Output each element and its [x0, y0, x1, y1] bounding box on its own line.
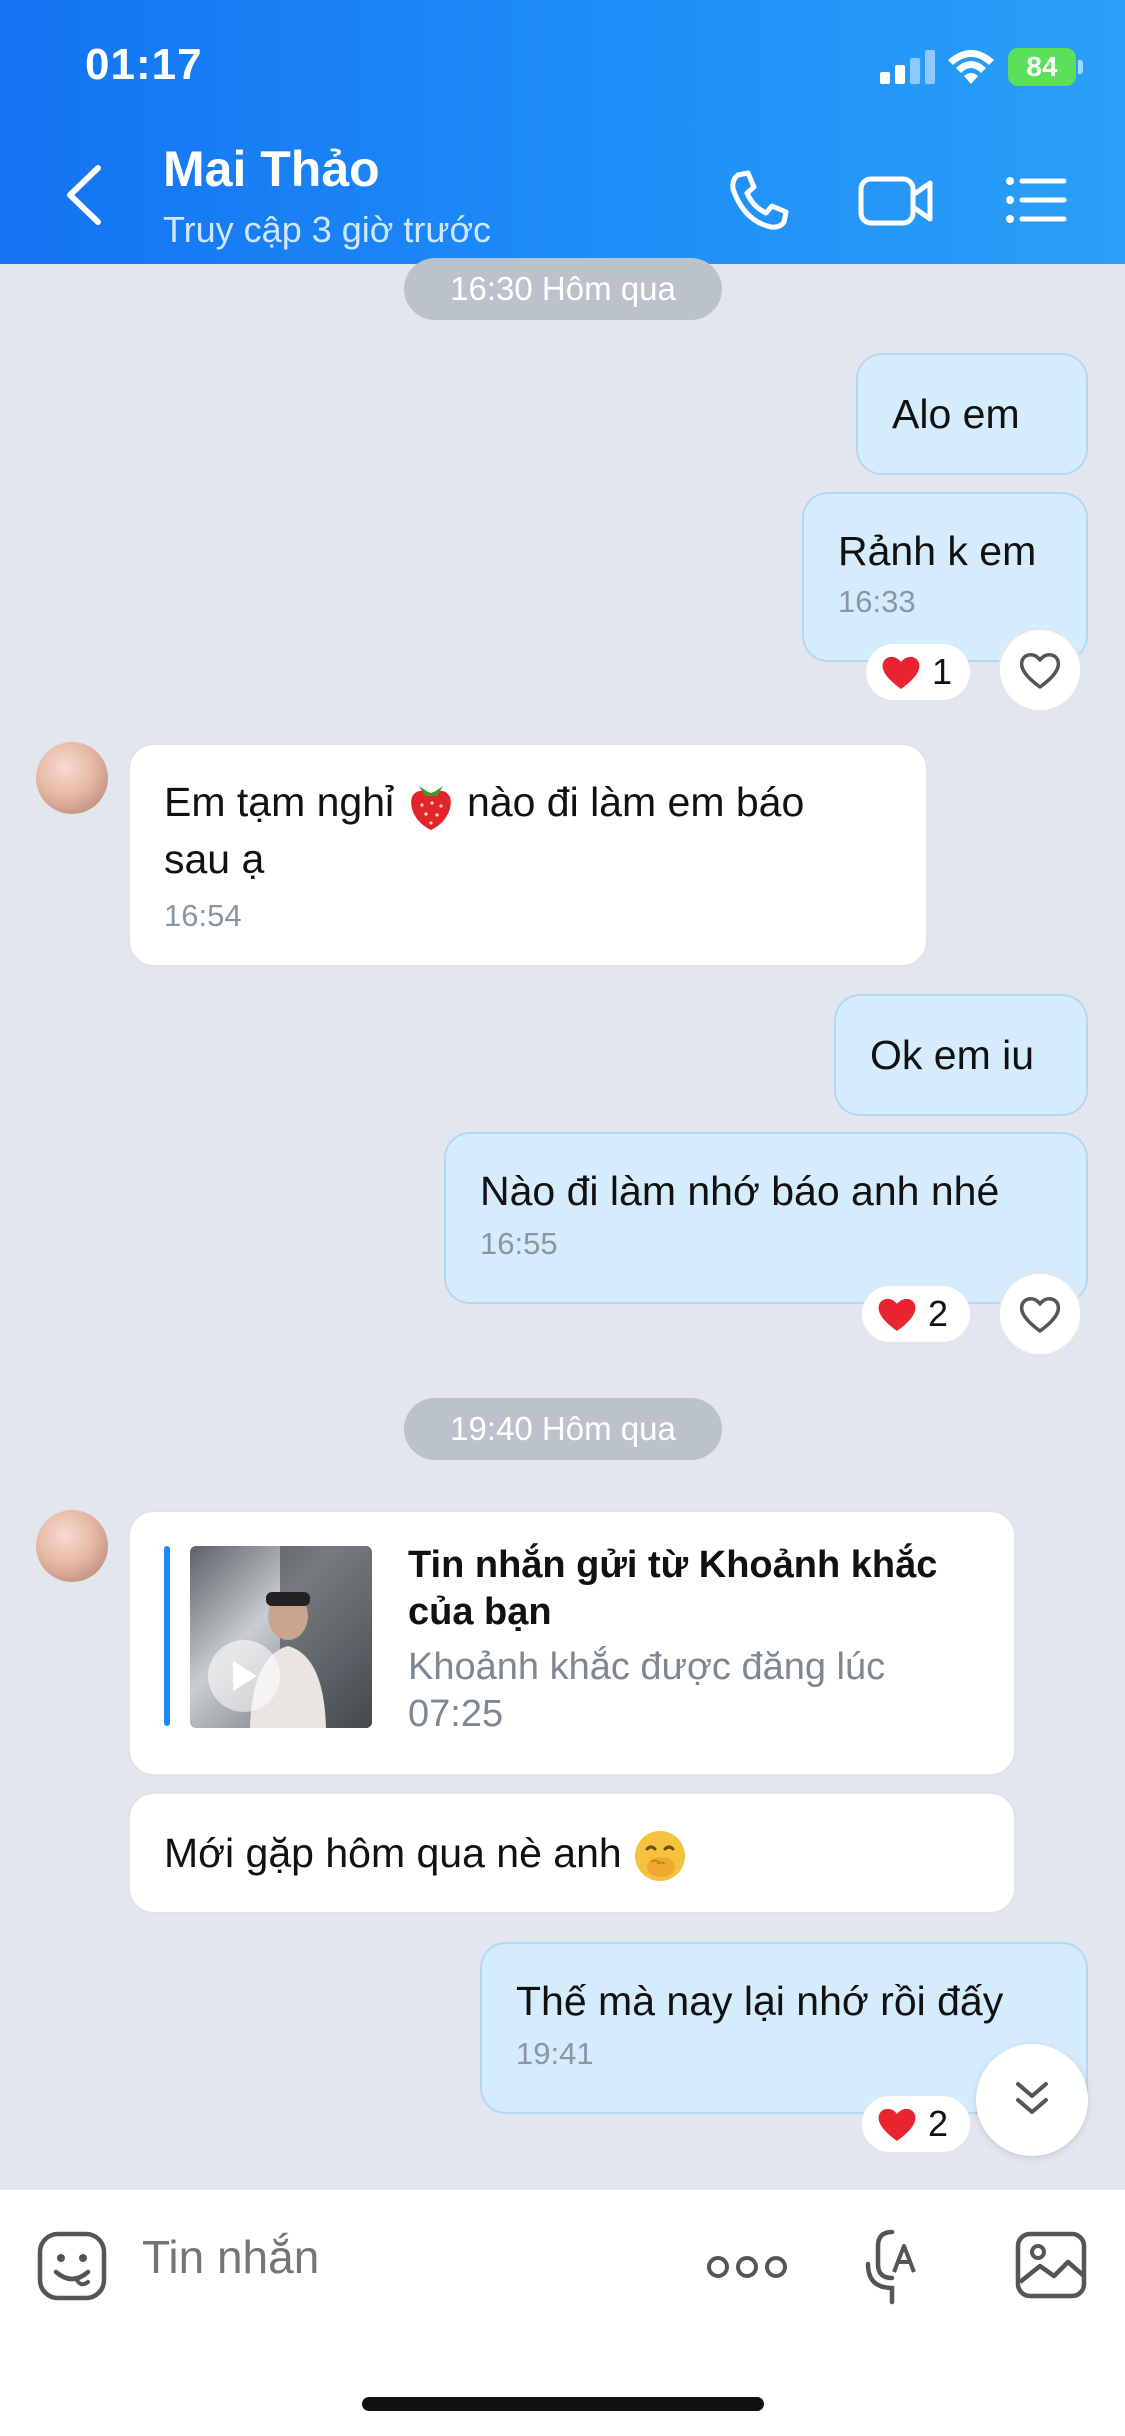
phone-call-icon[interactable]	[724, 165, 794, 235]
battery-cap	[1078, 60, 1083, 74]
message-time: 16:54	[164, 898, 242, 934]
time-separator: 19:40 Hôm qua	[404, 1398, 722, 1460]
message-text: Em tạm nghỉ nào đi làm em báo	[164, 775, 892, 832]
voice-to-text-mic-icon[interactable]	[864, 2228, 920, 2306]
home-indicator	[362, 2397, 764, 2411]
back-arrow-icon[interactable]	[58, 160, 108, 230]
react-heart-button[interactable]	[998, 1272, 1082, 1356]
image-gallery-icon[interactable]	[1014, 2230, 1088, 2300]
chat-header: 01:17 84 Mai Thảo Truy cập 3 giờ trước	[0, 0, 1125, 264]
heart-icon	[878, 1298, 916, 1331]
scroll-to-bottom-button[interactable]	[976, 2044, 1088, 2156]
sent-message[interactable]: Alo em	[856, 353, 1088, 475]
heart-outline-icon	[1019, 1297, 1061, 1333]
reaction-badge[interactable]: 1	[866, 644, 970, 700]
message-text: Rảnh k em	[838, 528, 1037, 574]
face-with-hand-over-mouth-emoji-icon	[635, 1831, 686, 1882]
message-input[interactable]	[142, 2230, 642, 2284]
time-separator: 16:30 Hôm qua	[404, 258, 722, 320]
double-chevron-down-icon	[1016, 2082, 1048, 2114]
contact-name[interactable]: Mai Thảo	[163, 140, 380, 198]
message-text: Thế mà nay lại nhớ rồi đấy	[516, 1978, 1004, 2024]
moment-thumbnail[interactable]	[190, 1546, 372, 1728]
heart-icon	[878, 2108, 916, 2141]
contact-last-seen: Truy cập 3 giờ trước	[163, 209, 492, 250]
moment-share-title: Tin nhắn gửi từ Khoảnh khắc của bạn	[408, 1544, 938, 1633]
sent-message[interactable]: Nào đi làm nhớ báo anh nhé 16:55	[444, 1132, 1088, 1304]
video-call-icon[interactable]	[856, 165, 936, 235]
battery-indicator: 84	[1008, 48, 1076, 86]
moment-share-card[interactable]: Tin nhắn gửi từ Khoảnh khắc của bạn Khoả…	[128, 1510, 1016, 1776]
menu-list-icon[interactable]	[1000, 165, 1070, 235]
message-text: Nào đi làm nhớ báo anh nhé	[480, 1168, 1000, 1214]
reaction-count: 1	[932, 651, 953, 692]
reaction-badge[interactable]: 2	[862, 2096, 970, 2152]
play-button[interactable]	[208, 1640, 280, 1712]
reaction-count: 2	[928, 1293, 949, 1334]
received-message[interactable]: Mới gặp hôm qua nè anh	[128, 1792, 1016, 1914]
quote-bar	[164, 1546, 170, 1726]
message-time: 16:33	[838, 584, 916, 619]
status-time: 01:17	[85, 40, 203, 89]
heart-icon	[882, 656, 920, 689]
contact-avatar[interactable]	[36, 1510, 108, 1582]
contact-avatar[interactable]	[36, 742, 108, 814]
strawberry-emoji-icon	[410, 786, 451, 831]
message-text: Mới gặp hôm qua nè anh	[164, 1826, 980, 1883]
message-time: 19:41	[516, 2036, 594, 2071]
message-text: Ok em iu	[870, 1032, 1035, 1078]
reaction-badge[interactable]: 2	[862, 1286, 970, 1342]
sticker-emoji-icon[interactable]	[36, 2230, 108, 2302]
sent-message[interactable]: Ok em iu	[834, 994, 1088, 1116]
heart-outline-icon	[1019, 653, 1061, 689]
cellular-signal-icon	[880, 50, 935, 84]
message-text: Alo em	[892, 391, 1020, 437]
react-heart-button[interactable]	[998, 628, 1082, 712]
play-icon	[233, 1661, 257, 1691]
reaction-count: 2	[928, 2103, 949, 2144]
more-options-icon[interactable]	[706, 2252, 788, 2282]
received-message[interactable]: Em tạm nghỉ nào đi làm em báo sau ạ 16:5…	[128, 743, 928, 967]
moment-share-subtitle: Khoảnh khắc được đăng lúc 07:25	[408, 1646, 886, 1735]
wifi-icon	[948, 50, 994, 84]
message-time: 16:55	[480, 1226, 558, 1261]
message-text-line2: sau ạ	[164, 836, 265, 883]
